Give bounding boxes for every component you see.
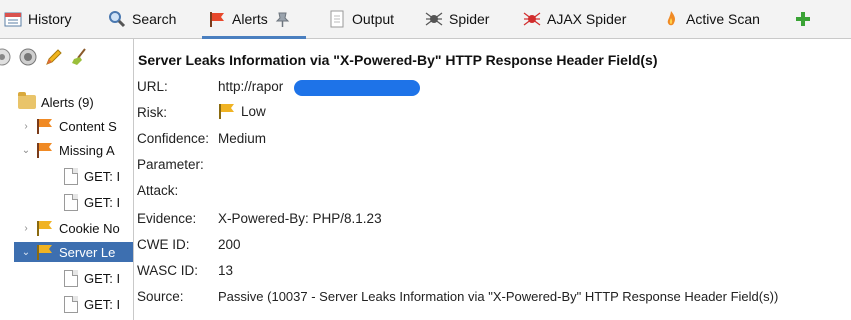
yellow-flag-icon <box>218 103 236 119</box>
tab-search[interactable]: Search <box>108 0 176 38</box>
tree-item[interactable]: ⌄ Missing A <box>20 140 115 160</box>
tab-label: Search <box>132 11 177 27</box>
collapse-chevron-icon[interactable]: ⌄ <box>20 247 32 258</box>
tab-label: AJAX Spider <box>547 11 627 27</box>
filter-icon[interactable] <box>18 47 38 67</box>
edit-icon[interactable] <box>44 47 64 67</box>
evidence-value: X-Powered-By: PHP/8.1.23 <box>218 211 382 226</box>
pin-icon[interactable] <box>274 10 292 28</box>
tab-label: Output <box>352 11 395 27</box>
alert-detail-panel: Server Leaks Information via "X-Powered-… <box>134 39 851 320</box>
source-value: Passive (10037 - Server Leaks Informatio… <box>218 289 779 304</box>
tab-output[interactable]: Output <box>328 0 394 38</box>
expand-chevron-icon[interactable]: › <box>20 121 32 132</box>
document-icon <box>64 167 78 185</box>
yellow-flag-icon <box>36 244 54 260</box>
broom-icon[interactable] <box>70 47 90 67</box>
yellow-flag-icon <box>36 220 54 236</box>
spider-icon <box>425 10 443 28</box>
risk-text: Low <box>241 103 266 119</box>
tree-item[interactable]: › Cookie No <box>20 218 120 238</box>
wasc-value[interactable]: 13 <box>218 263 233 278</box>
url-value[interactable]: http://rapor <box>218 79 283 94</box>
tree-item-selected[interactable]: ⌄ Server Le <box>14 242 133 262</box>
output-icon <box>328 10 346 28</box>
tree-label: Cookie No <box>59 220 120 236</box>
plus-icon <box>794 10 812 28</box>
collapse-chevron-icon[interactable]: ⌄ <box>20 145 32 156</box>
tree-root-alerts[interactable]: Alerts (9) <box>18 92 94 112</box>
tree-label: GET: I <box>84 270 121 286</box>
tab-label: Active Scan <box>686 11 760 27</box>
tree-label: GET: I <box>84 168 121 184</box>
active-scan-icon <box>662 10 680 28</box>
tree-label: GET: I <box>84 296 121 312</box>
tree-label: GET: I <box>84 194 121 210</box>
tree-label: Server Le <box>59 244 116 260</box>
confidence-value: Medium <box>218 131 267 146</box>
tree-leaf[interactable]: GET: I <box>64 192 120 212</box>
alert-flag-icon <box>208 10 226 28</box>
ajax-spider-icon <box>523 10 541 28</box>
parameter-label: Parameter: <box>137 157 204 172</box>
cwe-label: CWE ID: <box>137 237 190 252</box>
tree-label: Content S <box>59 118 117 134</box>
orange-flag-icon <box>36 142 54 158</box>
cwe-value[interactable]: 200 <box>218 237 241 252</box>
tab-ajax-spider[interactable]: AJAX Spider <box>523 0 626 38</box>
tree-leaf[interactable]: GET: I <box>64 166 120 186</box>
url-label: URL: <box>137 79 168 94</box>
tab-label: History <box>28 11 72 27</box>
add-tab-button[interactable] <box>794 0 818 38</box>
tree-label: Missing A <box>59 142 115 158</box>
scope-icon[interactable] <box>0 47 12 67</box>
tab-active-scan[interactable]: Active Scan <box>662 0 760 38</box>
expand-chevron-icon[interactable]: › <box>20 223 32 234</box>
evidence-label: Evidence: <box>137 211 197 226</box>
tree-leaf[interactable]: GET: I <box>64 294 120 314</box>
tab-spider[interactable]: Spider <box>425 0 489 38</box>
attack-label: Attack: <box>137 183 179 198</box>
document-icon <box>64 295 78 313</box>
tab-alerts[interactable]: Alerts <box>202 0 306 39</box>
risk-value: Low <box>218 103 266 119</box>
tree-item[interactable]: › Content S <box>20 116 117 136</box>
tab-label: Spider <box>449 11 490 27</box>
history-icon <box>4 10 22 28</box>
alerts-toolbar <box>0 47 133 69</box>
redaction-mark <box>294 80 420 96</box>
alert-title: Server Leaks Information via "X-Powered-… <box>138 52 658 68</box>
tab-bar: History Search Alerts Output Spider AJAX… <box>0 0 851 39</box>
search-icon <box>108 10 126 28</box>
document-icon <box>64 193 78 211</box>
source-label: Source: <box>137 289 184 304</box>
tab-history[interactable]: History <box>4 0 72 38</box>
tab-label: Alerts <box>232 11 268 27</box>
alerts-tree-panel: Alerts (9) › Content S ⌄ Missing A GET: … <box>0 39 134 320</box>
folder-icon <box>18 92 36 109</box>
risk-label: Risk: <box>137 105 167 120</box>
orange-flag-icon <box>36 118 54 134</box>
confidence-label: Confidence: <box>137 131 210 146</box>
wasc-label: WASC ID: <box>137 263 199 278</box>
document-icon <box>64 269 78 287</box>
tree-leaf[interactable]: GET: I <box>64 268 120 288</box>
tree-label: Alerts (9) <box>41 94 94 110</box>
